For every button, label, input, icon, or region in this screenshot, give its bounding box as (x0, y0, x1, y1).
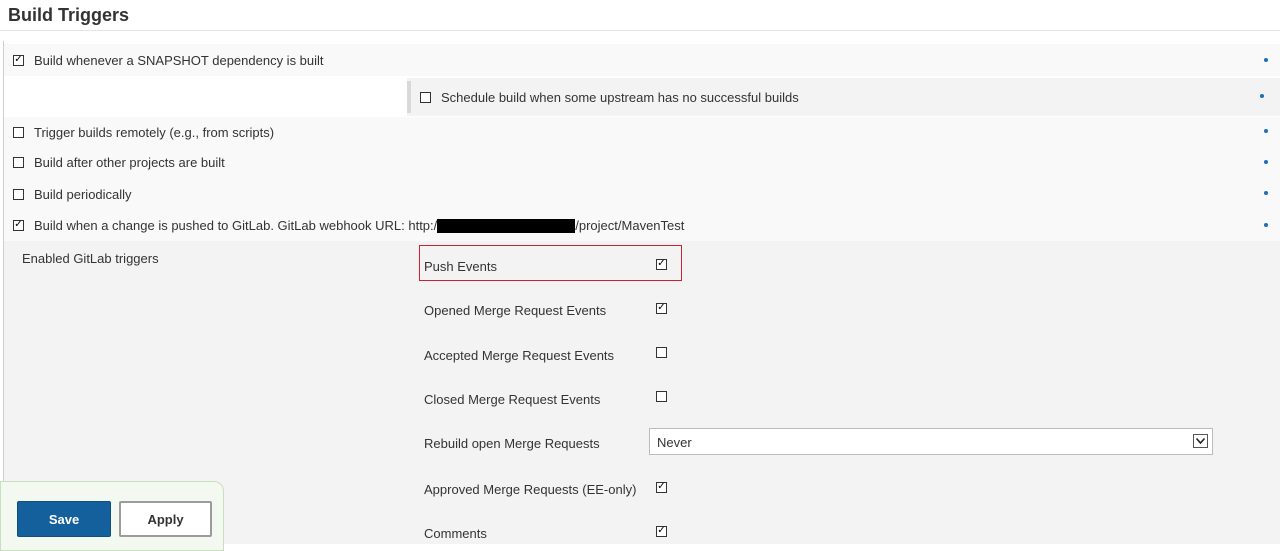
accepted-mr-events-label: Accepted Merge Request Events (424, 348, 615, 363)
approved-mr-checkbox[interactable]: ✓ (656, 482, 667, 493)
check-icon: ✓ (657, 525, 666, 536)
snapshot-dependency-label[interactable]: Build whenever a SNAPSHOT dependency is … (34, 53, 324, 68)
trigger-row-after-projects: Build after other projects are built (4, 147, 1280, 178)
gitlab-webhook-label[interactable]: Build when a change is pushed to GitLab.… (34, 218, 684, 234)
redacted-host (437, 219, 576, 234)
trigger-row-gitlab: ✓ Build when a change is pushed to GitLa… (4, 210, 1280, 241)
build-periodically-checkbox[interactable] (13, 188, 24, 200)
trigger-row-remote: Trigger builds remotely (e.g., from scri… (4, 117, 1280, 147)
build-periodically-label[interactable]: Build periodically (34, 187, 132, 202)
check-icon: ✓ (14, 53, 23, 65)
gitlab-webhook-label-prefix: Build when a change is pushed to GitLab.… (34, 217, 438, 233)
help-dot-icon[interactable] (1264, 223, 1268, 227)
save-button[interactable]: Save (17, 501, 111, 537)
help-dot-icon[interactable] (1264, 58, 1268, 62)
check-icon: ✓ (657, 302, 666, 313)
help-dot-icon[interactable] (1264, 160, 1268, 164)
check-icon: ✓ (657, 481, 666, 492)
help-dot-icon[interactable] (1264, 129, 1268, 133)
approved-mr-label: Approved Merge Requests (EE-only) (424, 482, 637, 497)
build-after-projects-label[interactable]: Build after other projects are built (34, 155, 225, 170)
check-icon: ✓ (14, 219, 23, 230)
build-after-projects-checkbox[interactable] (13, 157, 24, 168)
enabled-gitlab-triggers-label: Enabled GitLab triggers (22, 251, 159, 266)
schedule-upstream-checkbox[interactable] (420, 91, 431, 103)
gitlab-webhook-label-suffix: /project/MavenTest (575, 217, 685, 233)
snapshot-dependency-checkbox[interactable]: ✓ (13, 53, 24, 66)
rebuild-open-mr-value: Never (657, 435, 692, 450)
trigger-remotely-label[interactable]: Trigger builds remotely (e.g., from scri… (34, 125, 274, 140)
rebuild-open-mr-label: Rebuild open Merge Requests (424, 436, 600, 451)
trigger-remotely-checkbox[interactable] (13, 126, 24, 138)
nested-indent-bar (407, 81, 411, 113)
check-icon: ✓ (657, 258, 666, 269)
schedule-upstream-label[interactable]: Schedule build when some upstream has no… (441, 90, 799, 105)
accepted-mr-events-checkbox[interactable] (656, 347, 667, 358)
help-dot-icon[interactable] (1260, 94, 1264, 98)
chevron-down-icon[interactable] (1193, 434, 1208, 448)
comments-label: Comments (424, 526, 487, 541)
trigger-row-snapshot: ✓ Build whenever a SNAPSHOT dependency i… (4, 44, 1280, 76)
push-events-checkbox[interactable]: ✓ (656, 259, 667, 270)
section-header: Build Triggers (0, 0, 1280, 31)
rebuild-open-mr-select[interactable]: Never (649, 428, 1213, 455)
trigger-row-upstream-nested: Schedule build when some upstream has no… (407, 78, 1280, 116)
opened-mr-events-checkbox[interactable]: ✓ (656, 303, 667, 314)
closed-mr-events-label: Closed Merge Request Events (424, 392, 601, 407)
trigger-row-periodically: Build periodically (4, 178, 1280, 210)
opened-mr-events-label: Opened Merge Request Events (424, 303, 607, 318)
help-dot-icon[interactable] (1264, 191, 1268, 195)
comments-checkbox[interactable]: ✓ (656, 526, 667, 537)
gitlab-push-checkbox[interactable]: ✓ (13, 220, 24, 231)
bottom-action-bar: Save Apply (0, 481, 224, 551)
push-events-label: Push Events (424, 259, 497, 274)
closed-mr-events-checkbox[interactable] (656, 391, 667, 402)
section-title: Build Triggers (8, 5, 130, 25)
apply-button[interactable]: Apply (119, 501, 212, 537)
